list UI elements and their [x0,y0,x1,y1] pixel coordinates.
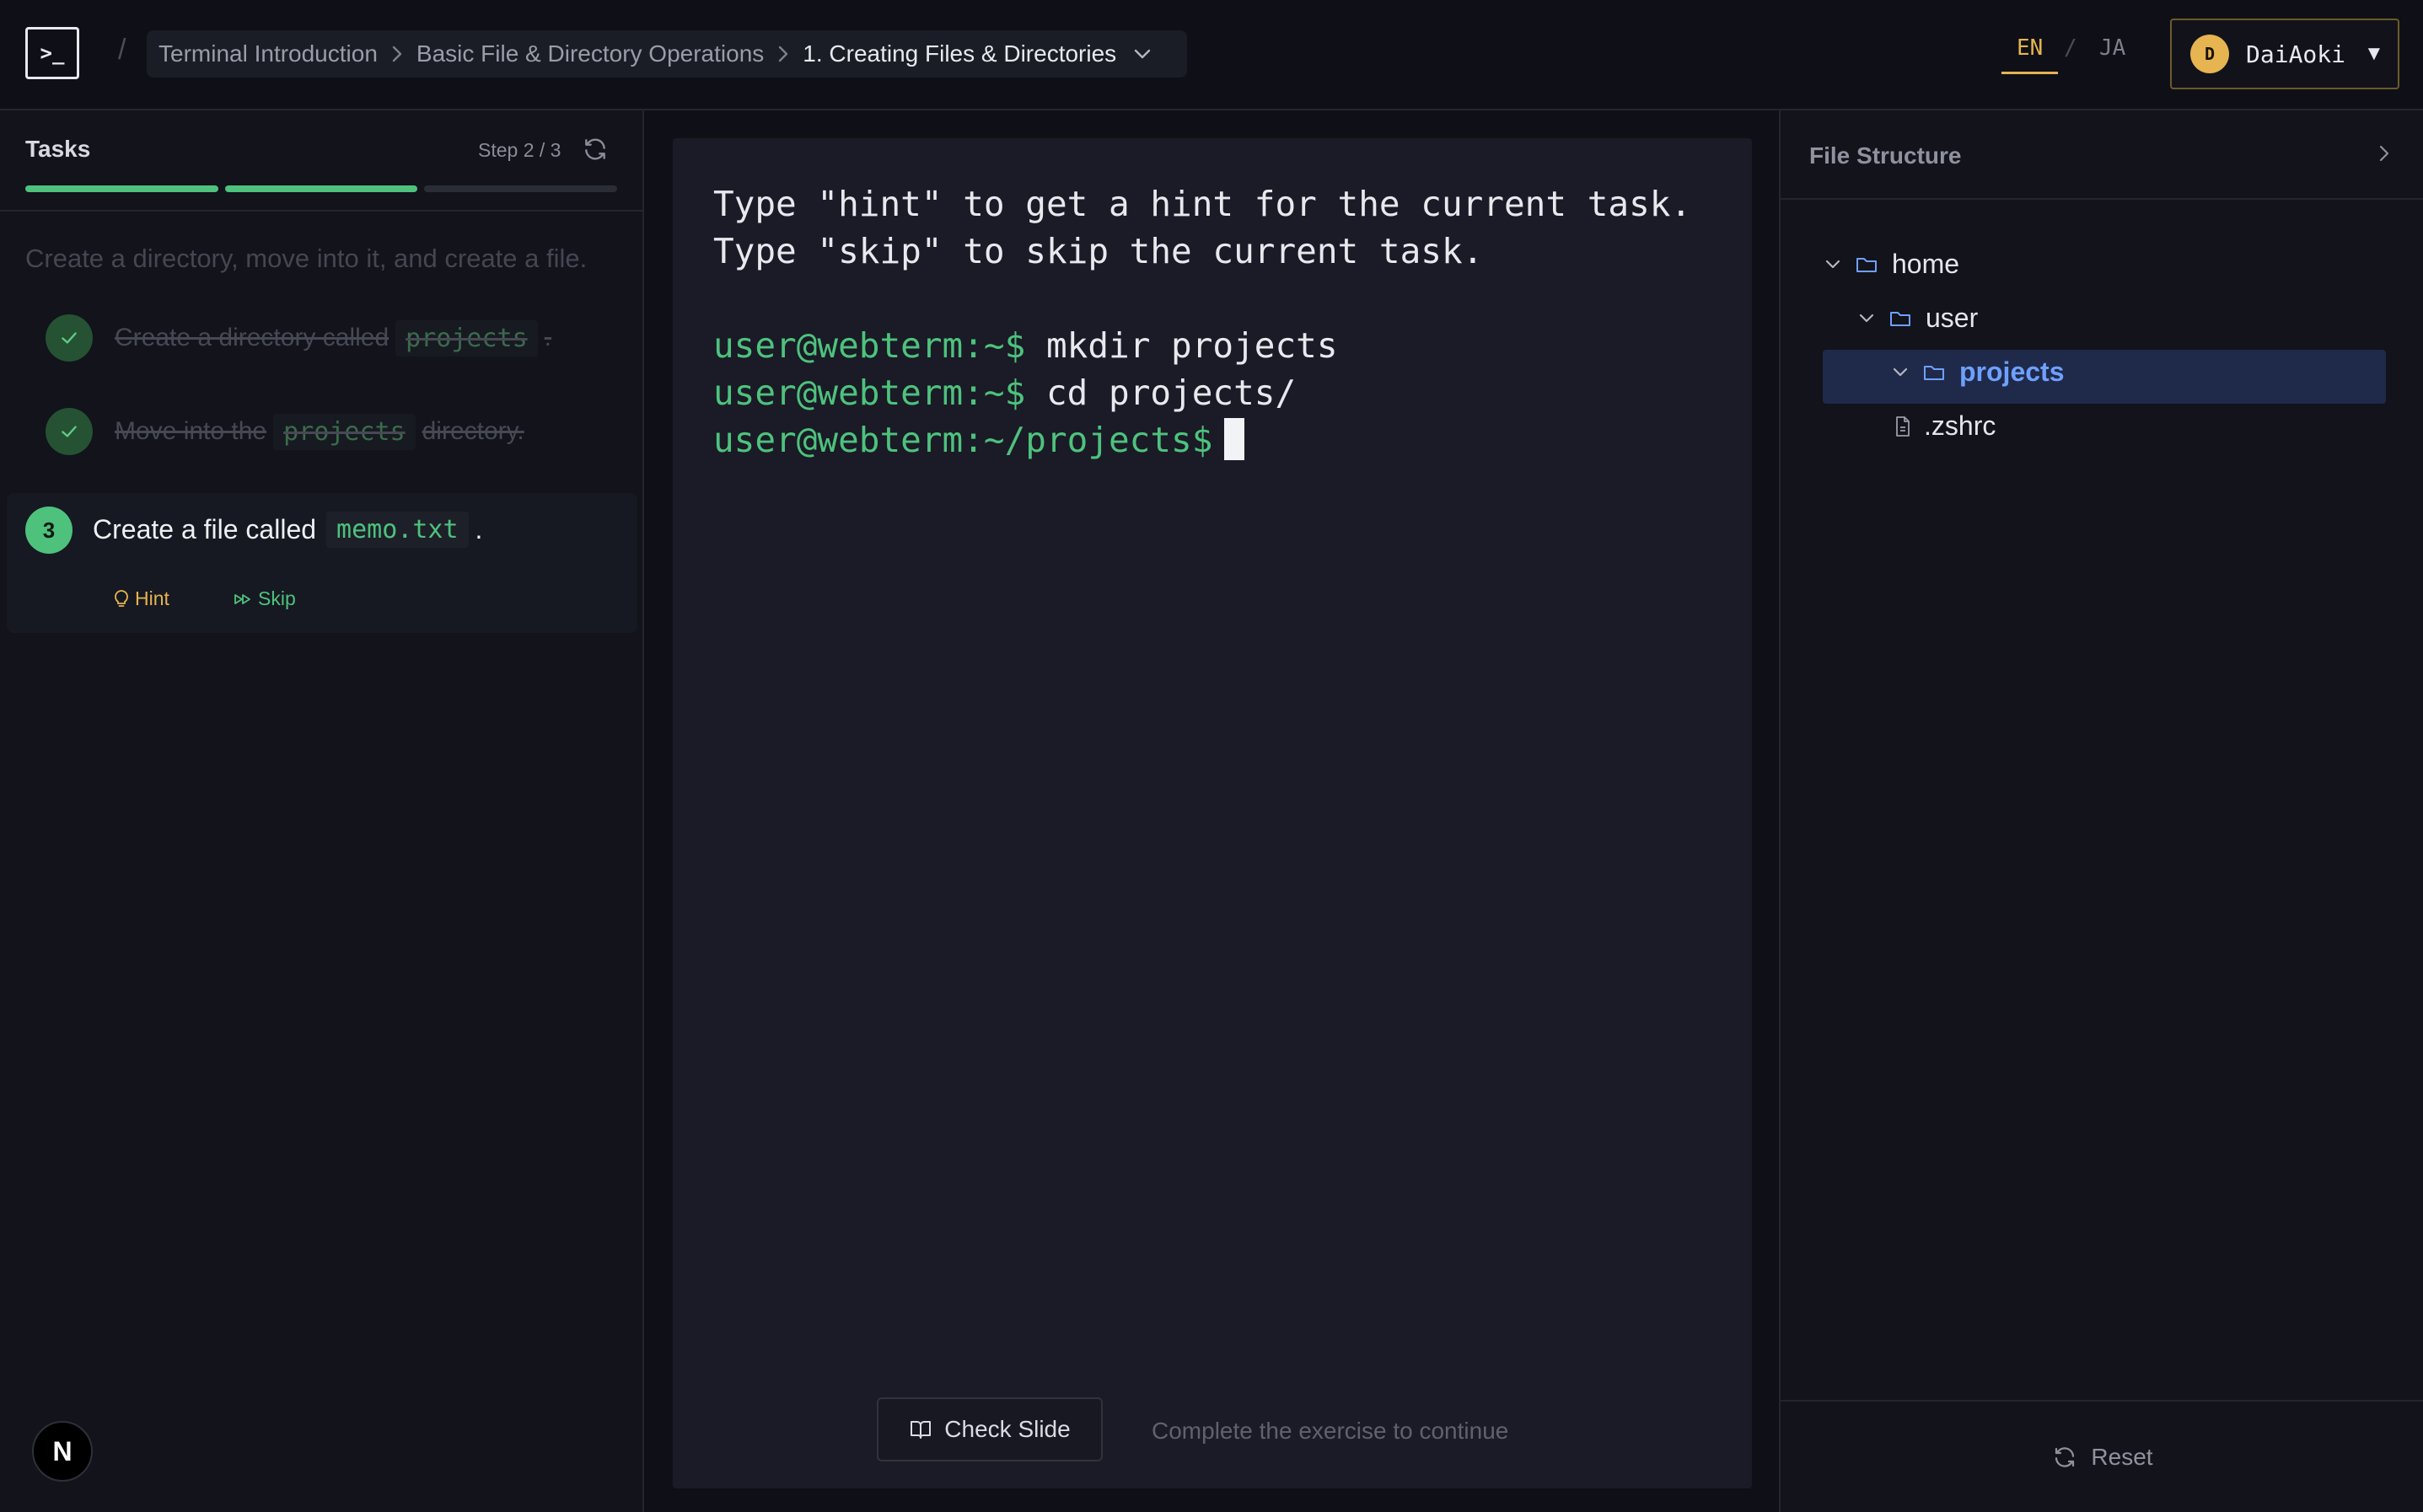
chevron-right-icon [777,45,789,63]
book-icon [911,1421,932,1439]
breadcrumb-section[interactable]: Basic File & Directory Operations [416,40,764,67]
reset-button[interactable]: Reset [1781,1444,2423,1471]
refresh-icon [2055,1447,2075,1467]
terminal-command: mkdir projects [1045,325,1338,366]
folder-icon [1855,255,1878,275]
progress-segment [25,185,218,192]
breadcrumb: Terminal Introduction Basic File & Direc… [147,30,1187,78]
breadcrumb-course[interactable]: Terminal Introduction [158,40,378,67]
task-text: . [544,324,551,351]
check-circle-icon [46,408,93,455]
skip-button[interactable]: Skip [233,587,296,610]
hint-label: Hint [135,587,169,609]
tree-item-projects[interactable]: projects [1890,357,2064,388]
terminal[interactable]: Type "hint" to get a hint for the curren… [673,138,1752,1488]
reset-label: Reset [2091,1444,2153,1470]
terminal-prompt: user@webterm:~$ [713,325,1026,366]
task-number-badge: 3 [25,507,73,554]
terminal-prompt: user@webterm:~$ [713,373,1026,413]
tasks-header: Tasks Step 2 / 3 [0,110,642,212]
file-icon [1894,416,1912,437]
chevron-right-icon[interactable] [2377,142,2391,169]
chevron-down-icon[interactable] [1890,362,1910,383]
terminal-command: cd projects/ [1045,373,1297,413]
tasks-description: Create a directory, move into it, and cr… [25,244,588,273]
language-ja-button[interactable]: JA [2099,35,2125,61]
file-structure-panel: File Structure home user projects .zshrc… [1779,110,2423,1512]
folder-icon [1888,308,1912,329]
progress-segment [224,185,418,192]
terminal-output: Type "hint" to get a hint for the curren… [713,180,1691,464]
chevron-down-icon[interactable] [1823,255,1843,275]
task-text: Create a directory called [115,324,390,351]
username: DaiAoki [2246,40,2346,68]
tree-item-label: home [1892,249,1960,279]
chevron-down-icon[interactable] [1133,48,1152,60]
task-code: memo.txt [326,512,469,548]
tasks-title: Tasks [25,136,91,162]
terminal-history-line: user@webterm:~$ mkdir projects [713,322,1691,369]
tree-item-zshrc[interactable]: .zshrc [1890,410,1996,442]
tree-item-label: user [1926,303,1979,333]
breadcrumb-lesson[interactable]: 1. Creating Files & Directories [803,40,1116,67]
chevron-right-icon [391,45,403,63]
top-header: >_ / Terminal Introduction Basic File & … [0,0,2423,110]
task-text-post: . [475,514,483,544]
task-text-pre: Create a file called [93,514,317,544]
task-text: Move into the [115,417,267,445]
avatar: D [2190,35,2229,73]
file-structure-footer: Reset [1781,1400,2423,1512]
terminal-prompt: user@webterm:~/projects$ [713,420,1213,460]
tree-item-user[interactable]: user [1856,303,1978,334]
check-slide-button[interactable]: Check Slide [877,1397,1103,1461]
caret-down-icon: ▼ [2364,42,2384,65]
file-structure-header: File Structure [1781,110,2423,200]
task-code: projects [395,319,538,357]
tree-item-label: projects [1959,357,2065,387]
tree-item-label: .zshrc [1924,410,1996,441]
task-text: directory. [422,417,524,445]
check-slide-label: Check Slide [944,1416,1071,1442]
continue-status-text: Complete the exercise to continue [1152,1418,1509,1444]
step-indicator: Step 2 / 3 [478,139,561,161]
task-item-active: 3 Create a file called memo.txt . Hint S… [7,493,637,633]
user-menu-button[interactable]: D DaiAoki ▼ [2170,19,2399,89]
terminal-info-line: Type "skip" to skip the current task. [713,231,1484,271]
terminal-cursor [1224,418,1245,460]
nextjs-badge-icon[interactable]: N [32,1421,93,1482]
refresh-icon[interactable] [582,136,609,167]
header-separator: / [118,34,126,66]
progress-segment [424,185,618,192]
task-code: projects [273,413,416,450]
tree-item-home[interactable]: home [1823,249,1959,280]
task-item-completed: Create a directory called projects . [46,314,551,362]
file-structure-title: File Structure [1809,142,1962,169]
language-en-button[interactable]: EN [2001,35,2059,74]
lightbulb-icon [115,589,128,607]
terminal-info-line: Type "hint" to get a hint for the curren… [713,184,1692,224]
hint-button[interactable]: Hint [113,587,169,610]
terminal-input-line[interactable]: user@webterm:~/projects$ [713,416,1691,464]
chevron-down-icon[interactable] [1856,308,1877,329]
language-separator: / [2064,35,2077,61]
task-progress-bar [25,185,618,192]
folder-icon [1922,362,1946,383]
check-circle-icon [46,314,93,362]
fast-forward-icon [234,593,250,604]
terminal-logo-icon[interactable]: >_ [25,27,79,79]
skip-label: Skip [258,587,296,609]
task-item-completed: Move into the projects directory. [46,408,524,455]
tasks-panel: Tasks Step 2 / 3 Create a directory, mov… [0,110,644,1512]
task-text: Create a file called memo.txt . [93,512,482,548]
terminal-history-line: user@webterm:~$ cd projects/ [713,369,1691,416]
